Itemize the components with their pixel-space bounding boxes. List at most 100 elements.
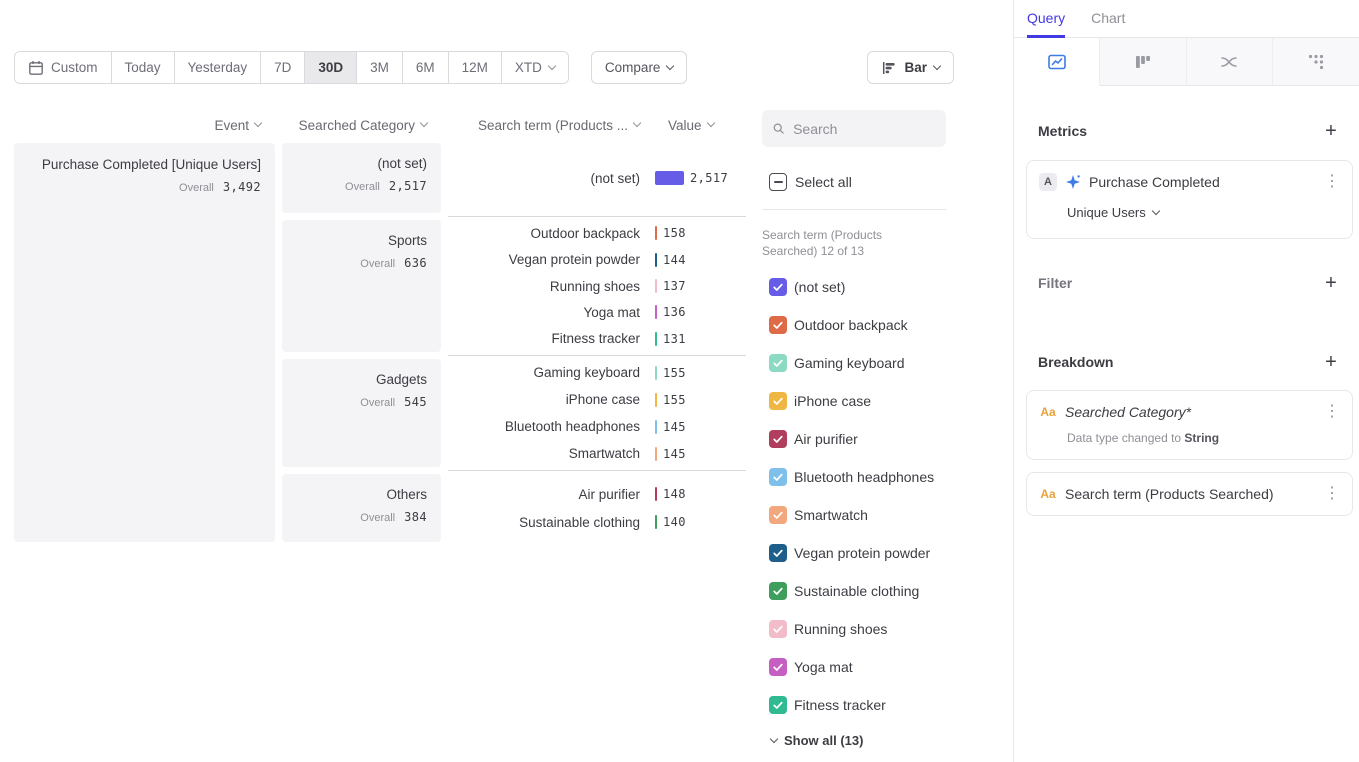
segment-item[interactable]: (not set) — [762, 268, 946, 306]
value-bar — [655, 253, 657, 267]
event-overall-value: 3,492 — [223, 180, 261, 194]
chevron-down-icon — [1152, 206, 1160, 214]
segment-item[interactable]: Bluetooth headphones — [762, 458, 946, 496]
date-range-yesterday[interactable]: Yesterday — [175, 52, 262, 83]
category-cell[interactable]: (not set) Overall2,517 — [282, 143, 441, 213]
section-divider — [448, 216, 746, 217]
segment-item[interactable]: Outdoor backpack — [762, 306, 946, 344]
segment-filter-panel: Select all Search term (Products Searche… — [762, 110, 946, 748]
checked-checkbox-icon — [769, 620, 787, 638]
date-range-6m[interactable]: 6M — [403, 52, 449, 83]
tab-insights[interactable] — [1014, 38, 1100, 86]
category-cell[interactable]: Sports Overall636 — [282, 220, 441, 352]
tab-chart[interactable]: Chart — [1091, 10, 1125, 38]
insights-report: Custom Today Yesterday 7D 30D 3M 6M 12M … — [0, 0, 1013, 762]
column-header-category[interactable]: Searched Category — [282, 118, 441, 133]
chevron-down-icon — [666, 61, 674, 69]
add-metric-button[interactable]: + — [1319, 119, 1343, 143]
search-icon — [772, 121, 785, 136]
tab-retention[interactable] — [1273, 38, 1359, 86]
term-row[interactable]: Sustainable clothing140 — [448, 508, 746, 536]
term-row[interactable]: Running shoes137 — [448, 273, 746, 299]
column-header-event[interactable]: Event — [14, 118, 275, 133]
metric-menu-button[interactable]: ⋮ — [1324, 174, 1340, 190]
segment-item[interactable]: Gaming keyboard — [762, 344, 946, 382]
add-breakdown-button[interactable]: + — [1319, 350, 1343, 374]
event-name: Purchase Completed [Unique Users] — [28, 156, 261, 174]
select-all-checkbox[interactable]: Select all — [762, 173, 946, 191]
term-section: (not set)2,517 — [448, 143, 746, 213]
flows-icon — [1219, 52, 1239, 72]
breakdown-menu-button[interactable]: ⋮ — [1324, 404, 1340, 420]
segment-item[interactable]: Running shoes — [762, 610, 946, 648]
breakdown-property-row[interactable]: Aa Searched Category* ⋮ — [1039, 403, 1340, 421]
term-row[interactable]: Smartwatch145 — [448, 440, 746, 467]
term-row[interactable]: Vegan protein powder144 — [448, 246, 746, 272]
segment-item[interactable]: Yoga mat — [762, 648, 946, 686]
segment-item[interactable]: Fitness tracker — [762, 686, 946, 724]
date-range-today[interactable]: Today — [112, 52, 175, 83]
checked-checkbox-icon — [769, 430, 787, 448]
chart-type-select[interactable]: Bar — [867, 51, 954, 84]
breakdown-property-name: Searched Category* — [1065, 404, 1191, 420]
date-range-3m[interactable]: 3M — [357, 52, 403, 83]
date-range-12m[interactable]: 12M — [449, 52, 502, 83]
data-type-note: Data type changed to String — [1039, 431, 1340, 445]
term-row[interactable]: Fitness tracker131 — [448, 326, 746, 352]
term-row[interactable]: (not set)2,517 — [448, 164, 746, 192]
segment-item[interactable]: iPhone case — [762, 382, 946, 420]
segment-search[interactable] — [762, 110, 946, 147]
tab-query[interactable]: Query — [1027, 10, 1065, 38]
segment-item[interactable]: Air purifier — [762, 420, 946, 458]
breakdown-property-row[interactable]: Aa Search term (Products Searched) ⋮ — [1039, 485, 1340, 503]
category-cell[interactable]: Others Overall384 — [282, 474, 441, 542]
value-bar — [655, 332, 657, 346]
column-header-term[interactable]: Search term (Products ... — [448, 118, 640, 133]
report-type-tabs — [1014, 38, 1359, 86]
retention-icon — [1306, 52, 1326, 72]
term-section: Air purifier148 Sustainable clothing140 — [448, 474, 746, 542]
column-header-value[interactable]: Value — [668, 118, 714, 133]
breakdown-menu-button[interactable]: ⋮ — [1324, 486, 1340, 502]
term-section: Outdoor backpack158 Vegan protein powder… — [448, 220, 746, 352]
tab-flows[interactable] — [1187, 38, 1273, 86]
chevron-down-icon — [420, 119, 428, 127]
compare-button[interactable]: Compare — [591, 51, 688, 84]
chevron-down-icon — [933, 61, 941, 69]
section-divider — [448, 355, 746, 356]
divider — [762, 209, 946, 210]
show-all-link[interactable]: Show all (13) — [762, 733, 946, 748]
term-row[interactable]: iPhone case155 — [448, 386, 746, 413]
metric-event-row[interactable]: A Purchase Completed ⋮ — [1039, 173, 1340, 191]
segment-item[interactable]: Smartwatch — [762, 496, 946, 534]
insights-icon — [1047, 52, 1067, 72]
value-bar — [655, 487, 657, 501]
term-row[interactable]: Outdoor backpack158 — [448, 220, 746, 246]
checked-checkbox-icon — [769, 582, 787, 600]
term-row[interactable]: Bluetooth headphones145 — [448, 413, 746, 440]
chevron-down-icon — [633, 119, 641, 127]
checked-checkbox-icon — [769, 506, 787, 524]
date-range-xtd[interactable]: XTD — [502, 52, 568, 83]
checked-checkbox-icon — [769, 392, 787, 410]
segment-item[interactable]: Sustainable clothing — [762, 572, 946, 610]
term-row[interactable]: Yoga mat136 — [448, 299, 746, 325]
term-row[interactable]: Air purifier148 — [448, 480, 746, 508]
date-range-7d[interactable]: 7D — [261, 52, 305, 83]
segment-list: (not set) Outdoor backpack Gaming keyboa… — [762, 268, 946, 724]
segment-item[interactable]: Vegan protein powder — [762, 534, 946, 572]
checked-checkbox-icon — [769, 278, 787, 296]
category-cell[interactable]: Gadgets Overall545 — [282, 359, 441, 467]
search-input[interactable] — [793, 121, 936, 137]
measure-dropdown[interactable]: Unique Users — [1039, 205, 1340, 220]
term-row[interactable]: Gaming keyboard155 — [448, 359, 746, 386]
metrics-heading: Metrics — [1038, 123, 1087, 139]
tab-funnels[interactable] — [1100, 38, 1186, 86]
add-filter-button[interactable]: + — [1319, 271, 1343, 295]
event-cell[interactable]: Purchase Completed [Unique Users] Overal… — [14, 143, 275, 542]
calendar-icon — [28, 60, 44, 76]
panel-tabs: Query Chart — [1014, 0, 1359, 38]
date-range-30d[interactable]: 30D — [305, 52, 357, 83]
date-range-custom[interactable]: Custom — [15, 52, 112, 83]
funnels-icon — [1133, 52, 1153, 72]
